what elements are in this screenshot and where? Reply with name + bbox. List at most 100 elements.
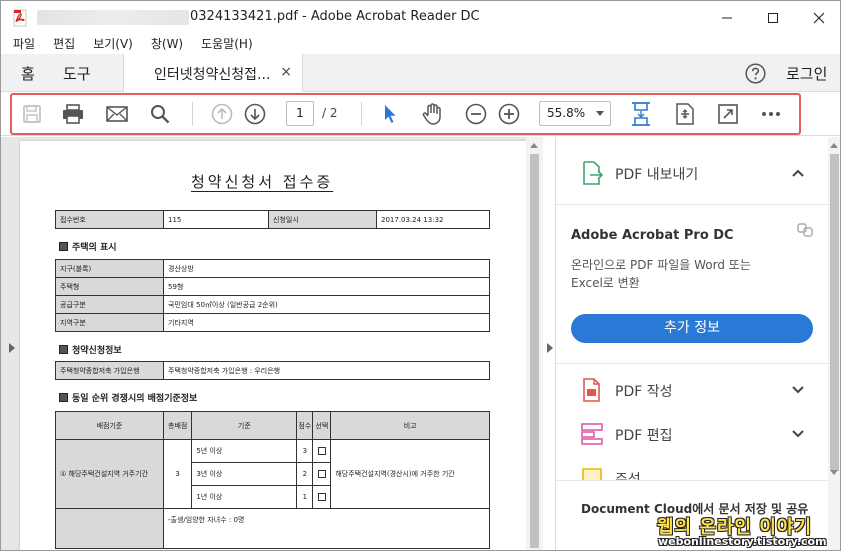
table-cell: 국민임대 50㎡이상 (일반공급 2순위) (163, 295, 490, 314)
help-icon[interactable] (745, 63, 766, 84)
table-cell: -출생/임양한 자녀수 : 0명 (163, 508, 490, 549)
scroll-up-icon[interactable] (530, 143, 538, 148)
comment-icon (582, 468, 602, 480)
document-tab-label: 인터넷청약신청접... (154, 67, 271, 83)
menu-bar: 파일 편집 보기(V) 창(W) 도움말(H) (1, 34, 840, 54)
table-cell: 주택청약종합저축 가입은행 : 우리은행 (163, 361, 490, 380)
table-cell: 신청일시 (268, 210, 377, 229)
edit-pdf-icon (581, 423, 603, 445)
select-checkbox[interactable] (317, 470, 326, 478)
close-tab-icon[interactable]: × (280, 64, 292, 80)
table-header: 총배점 (162, 411, 193, 440)
receipt-header-table: 접수번호 115 신청일시 2017.03.24 13:32 (55, 210, 490, 229)
minimize-button[interactable] (704, 1, 750, 34)
table-cell: 115 (163, 210, 269, 229)
comment-label: 주석 (615, 472, 641, 480)
tab-document[interactable]: 인터넷청약신청접... × (123, 54, 303, 92)
menu-window[interactable]: 창(W) (145, 34, 189, 54)
expand-right-pane-icon[interactable] (547, 343, 553, 353)
pdf-document-title: 청약신청서 접수증 (191, 173, 334, 191)
table-cell: 공급구분 (55, 295, 164, 314)
table-cell: 주택형 (55, 277, 164, 296)
product-description: 온라인으로 PDF 파일을 Word 또는 Excel로 변환 (571, 258, 751, 290)
table-header: 기준 (191, 411, 298, 440)
table-header: 비고 (330, 411, 490, 440)
scroll-down-icon[interactable] (830, 470, 838, 475)
criteria-table: 배점기준 총배점 기준 점수 선택 비고 ① 해당주택건설지역 거주기간 3 5… (55, 411, 490, 549)
product-name: Adobe Acrobat Pro DC (571, 228, 734, 243)
maximize-button[interactable] (750, 1, 796, 34)
blurred-filename (37, 10, 189, 25)
table-cell: 1년 이상 (191, 485, 298, 509)
table-cell: 접수번호 (55, 210, 164, 229)
tab-home[interactable]: 홈 (21, 63, 35, 84)
account-table: 주택청약종합저축 가입은행 주택청약종합저축 가입은행 : 우리은행 (55, 361, 490, 380)
table-cell: 기타지역 (163, 313, 490, 332)
export-pdf-label: PDF 내보내기 (615, 167, 699, 183)
table-cell (55, 508, 164, 549)
chevron-up-icon[interactable] (790, 165, 806, 181)
create-pdf-item[interactable]: PDF 작성 (556, 370, 828, 410)
maximize-icon (768, 12, 778, 23)
chevron-down-icon[interactable] (790, 382, 806, 398)
table-cell: 2017.03.24 13:32 (376, 210, 490, 229)
table-cell: 지역구분 (55, 313, 164, 332)
acrobat-logo-icon (13, 9, 27, 27)
menu-help[interactable]: 도움말(H) (195, 34, 259, 54)
scroll-thumb[interactable] (530, 154, 539, 548)
table-header: 선택 (312, 411, 332, 440)
table-cell: 경산상방 (163, 259, 490, 278)
section-heading: 주택의 표시 (59, 240, 117, 253)
table-cell: 2 (296, 462, 314, 486)
close-icon (813, 12, 825, 23)
section-heading: 동일 순위 경쟁시의 배점기준정보 (59, 391, 197, 404)
divider (556, 480, 828, 481)
chevron-down-icon[interactable] (790, 426, 806, 442)
table-cell: 3 (162, 439, 193, 509)
edit-pdf-label: PDF 편집 (615, 428, 673, 444)
close-window-button[interactable] (796, 1, 840, 34)
table-cell: 해당주택건설지역(경산시)에 거주한 기간 (330, 439, 490, 509)
scroll-thumb[interactable] (830, 154, 839, 471)
table-cell: 3년 이상 (191, 462, 298, 486)
create-pdf-icon (583, 378, 600, 402)
sign-in-link[interactable]: 로그인 (786, 63, 827, 84)
export-pdf-icon (583, 161, 604, 185)
select-checkbox-cell (312, 462, 332, 486)
table-cell: 3 (296, 439, 314, 463)
create-pdf-label: PDF 작성 (615, 384, 673, 400)
table-cell: 지구(블록) (55, 259, 164, 278)
window-title: 0324133421.pdf - Adobe Acrobat Reader DC (190, 9, 480, 24)
link-icon (797, 223, 813, 237)
table-cell: 1 (296, 485, 314, 509)
table-cell: 주택청약종합저축 가입은행 (55, 361, 164, 380)
select-checkbox[interactable] (317, 447, 326, 455)
toolbar-highlight-box (10, 93, 801, 135)
menu-file[interactable]: 파일 (7, 34, 41, 54)
title-bar: 0324133421.pdf - Adobe Acrobat Reader DC (1, 1, 840, 34)
table-cell: 5년 이상 (191, 439, 298, 463)
tab-bar: 홈 도구 인터넷청약신청접... × 로그인 (1, 54, 840, 92)
export-pdf-item[interactable]: PDF 내보내기 (556, 153, 828, 193)
watermark-url: webonlinestory.tistory.com (658, 535, 827, 548)
select-checkbox-cell (312, 485, 332, 509)
menu-view[interactable]: 보기(V) (87, 34, 139, 54)
comment-item[interactable]: 주석 (556, 458, 828, 480)
select-checkbox[interactable] (317, 493, 326, 501)
more-info-button[interactable]: 추가 정보 (571, 314, 813, 343)
table-header: 점수 (296, 411, 314, 440)
edit-pdf-item[interactable]: PDF 편집 (556, 414, 828, 454)
menu-edit[interactable]: 편집 (47, 34, 81, 54)
minimize-icon (722, 17, 732, 18)
table-header: 배점기준 (55, 411, 164, 440)
tab-tools[interactable]: 도구 (63, 63, 91, 84)
collapse-left-pane-icon[interactable] (9, 343, 15, 353)
table-cell: ① 해당주택건설지역 거주기간 (55, 439, 164, 509)
section-heading: 청약신청정보 (59, 343, 122, 356)
scroll-up-icon[interactable] (830, 143, 838, 148)
table-cell: 59형 (163, 277, 490, 296)
housing-table: 지구(블록) 경산상방 주택형 59형 공급구분 국민임대 50㎡이상 (일반공급 2… (55, 259, 490, 332)
select-checkbox-cell (312, 439, 332, 463)
acrobat-window: 0324133421.pdf - Adobe Acrobat Reader DC… (0, 0, 841, 551)
divider (556, 363, 828, 364)
